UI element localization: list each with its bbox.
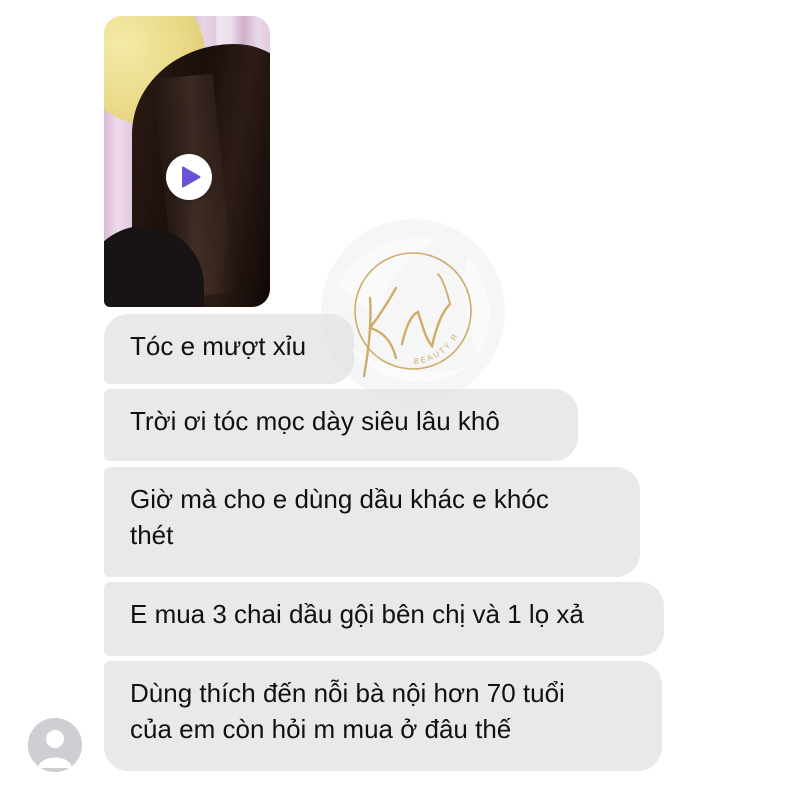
message-bubble[interactable]: Trời ơi tóc mọc dày siêu lâu khô <box>104 389 578 461</box>
message-text: Dùng thích đến nỗi bà nội hơn 70 tuổi củ… <box>130 678 565 744</box>
message-bubble[interactable]: E mua 3 chai dầu gội bên chị và 1 lọ xả <box>104 582 664 656</box>
chat-thread: Tóc e mượt xỉu Trời ơi tóc mọc dày siêu … <box>0 0 800 800</box>
play-icon <box>177 166 201 188</box>
message-text: Tóc e mượt xỉu <box>130 331 307 361</box>
play-button[interactable] <box>166 154 212 200</box>
message-text: Trời ơi tóc mọc dày siêu lâu khô <box>130 406 500 436</box>
message-bubble[interactable]: Giờ mà cho e dùng dầu khác e khóc thét <box>104 467 640 577</box>
video-message-thumbnail[interactable] <box>104 16 270 307</box>
message-text: E mua 3 chai dầu gội bên chị và 1 lọ xả <box>130 599 584 629</box>
person-icon <box>28 718 82 772</box>
avatar[interactable] <box>28 718 82 772</box>
message-bubble[interactable]: Dùng thích đến nỗi bà nội hơn 70 tuổi củ… <box>104 661 662 771</box>
message-text: Giờ mà cho e dùng dầu khác e khóc thét <box>130 484 549 550</box>
beauty-room-watermark-logo: BEAUTY ROOM <box>314 209 508 406</box>
message-bubble[interactable]: Tóc e mượt xỉu <box>104 314 354 384</box>
